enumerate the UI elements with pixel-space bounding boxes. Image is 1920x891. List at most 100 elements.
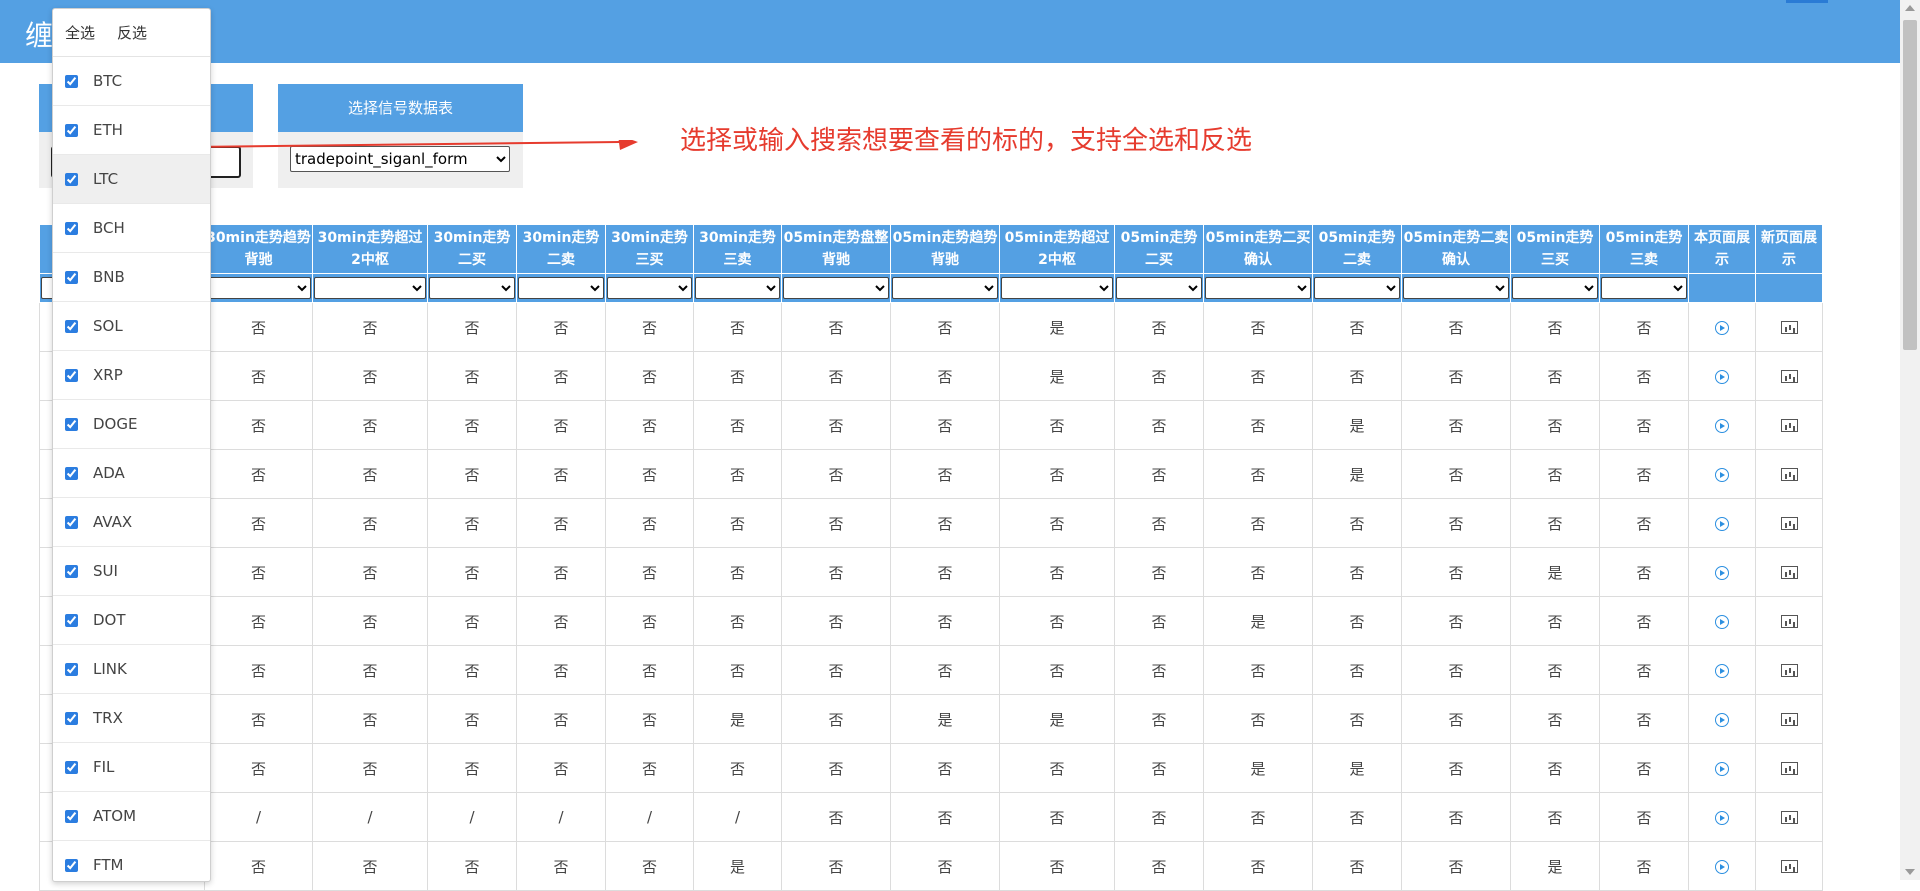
symbol-option[interactable]: SOL (53, 302, 210, 351)
column-filter-select[interactable] (206, 277, 311, 299)
chart-icon[interactable] (1780, 566, 1798, 579)
symbol-checkbox[interactable] (65, 711, 78, 725)
column-filter-cell (999, 273, 1115, 303)
chart-icon[interactable] (1780, 713, 1798, 726)
play-circle-icon[interactable] (1715, 663, 1729, 678)
symbol-option[interactable]: BTC (53, 57, 210, 106)
chart-icon[interactable] (1780, 321, 1798, 334)
symbol-option[interactable]: LINK (53, 645, 210, 694)
play-circle-icon[interactable] (1715, 516, 1729, 531)
column-filter-select[interactable] (695, 277, 780, 299)
table-cell: 否 (1510, 596, 1600, 646)
symbol-option[interactable]: ETH (53, 106, 210, 155)
chart-icon[interactable] (1780, 419, 1798, 432)
table-cell: 否 (605, 841, 694, 891)
show-here-cell (1688, 694, 1756, 744)
table-cell: 否 (781, 743, 891, 793)
chart-icon[interactable] (1780, 664, 1798, 677)
column-filter-select[interactable] (1205, 277, 1311, 299)
table-cell: 否 (1599, 547, 1689, 597)
scrollbar-thumb[interactable] (1903, 20, 1917, 350)
symbol-checkbox[interactable] (65, 74, 78, 88)
column-filter-select[interactable] (518, 277, 604, 299)
play-circle-icon[interactable] (1715, 614, 1729, 629)
chart-icon[interactable] (1780, 811, 1798, 824)
symbol-checkbox[interactable] (65, 564, 78, 578)
column-filter-select[interactable] (783, 277, 889, 299)
page-scrollbar[interactable] (1900, 0, 1920, 880)
symbol-option[interactable]: DOT (53, 596, 210, 645)
column-filter-select[interactable] (1512, 277, 1598, 299)
symbol-option[interactable]: FIL (53, 743, 210, 792)
symbol-option[interactable]: BNB (53, 253, 210, 302)
symbol-option[interactable]: AVAX (53, 498, 210, 547)
symbol-label: LINK (93, 660, 127, 678)
table-cell: 否 (312, 498, 428, 548)
symbol-option[interactable]: LTC (53, 155, 210, 204)
symbol-option[interactable]: ATOM (53, 792, 210, 841)
play-circle-icon[interactable] (1715, 320, 1729, 335)
table-cell: 否 (1114, 694, 1204, 744)
play-circle-icon[interactable] (1715, 810, 1729, 825)
chart-icon[interactable] (1780, 370, 1798, 383)
column-filter-select[interactable] (314, 277, 426, 299)
symbol-option[interactable]: XRP (53, 351, 210, 400)
symbol-checkbox[interactable] (65, 515, 78, 529)
table-row: 否否否否否否否否否否否是否否否 (39, 400, 1823, 450)
symbol-checkbox[interactable] (65, 221, 78, 235)
column-filter-select[interactable] (429, 277, 515, 299)
symbol-label: DOT (93, 611, 126, 629)
symbol-checkbox[interactable] (65, 270, 78, 284)
symbol-checkbox[interactable] (65, 662, 78, 676)
column-filter-select[interactable] (1403, 277, 1509, 299)
symbol-checkbox[interactable] (65, 466, 78, 480)
play-circle-icon[interactable] (1715, 761, 1729, 776)
column-filter-select[interactable] (1001, 277, 1113, 299)
play-circle-icon[interactable] (1715, 565, 1729, 580)
symbol-option[interactable]: DOGE (53, 400, 210, 449)
symbol-checkbox[interactable] (65, 417, 78, 431)
scroll-down-icon[interactable] (1905, 869, 1915, 875)
chart-icon[interactable] (1780, 468, 1798, 481)
symbol-checkbox[interactable] (65, 809, 78, 823)
column-filter-select[interactable] (1601, 277, 1687, 299)
symbol-checkbox[interactable] (65, 858, 78, 872)
chart-icon[interactable] (1780, 762, 1798, 775)
symbol-option[interactable]: SUI (53, 547, 210, 596)
column-filter-select[interactable] (1116, 277, 1202, 299)
column-filter-cell (1510, 273, 1600, 303)
symbol-option[interactable]: BCH (53, 204, 210, 253)
table-cell: 否 (1510, 400, 1600, 450)
play-circle-icon[interactable] (1715, 418, 1729, 433)
column-filter-select[interactable] (607, 277, 692, 299)
symbol-checkbox[interactable] (65, 613, 78, 627)
symbol-checkbox[interactable] (65, 172, 78, 186)
invert-selection-button[interactable]: 反选 (117, 22, 147, 43)
symbol-option[interactable]: ADA (53, 449, 210, 498)
symbol-option[interactable]: FTM (53, 841, 210, 881)
symbol-checkbox[interactable] (65, 368, 78, 382)
symbol-option[interactable]: TRX (53, 694, 210, 743)
table-cell: 是 (1312, 400, 1402, 450)
scroll-up-icon[interactable] (1905, 5, 1915, 11)
chart-icon[interactable] (1780, 615, 1798, 628)
play-circle-icon[interactable] (1715, 859, 1729, 874)
show-new-cell (1755, 449, 1823, 499)
symbol-checkbox[interactable] (65, 123, 78, 137)
play-circle-icon[interactable] (1715, 369, 1729, 384)
chart-icon[interactable] (1780, 517, 1798, 530)
table-cell: 否 (1510, 351, 1600, 401)
column-filter-select[interactable] (1314, 277, 1400, 299)
show-here-cell (1688, 547, 1756, 597)
symbol-checkbox[interactable] (65, 319, 78, 333)
column-filter-cell (605, 273, 694, 303)
column-header: 05min走势盘整背驰 (781, 224, 891, 274)
table-cell: 否 (1114, 743, 1204, 793)
play-circle-icon[interactable] (1715, 712, 1729, 727)
table-cell: 否 (427, 302, 517, 352)
play-circle-icon[interactable] (1715, 467, 1729, 482)
select-all-button[interactable]: 全选 (65, 22, 95, 43)
chart-icon[interactable] (1780, 860, 1798, 873)
column-filter-select[interactable] (892, 277, 998, 299)
symbol-checkbox[interactable] (65, 760, 78, 774)
